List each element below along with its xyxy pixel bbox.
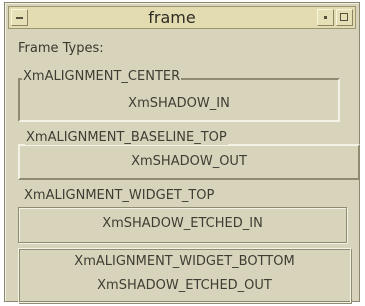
title-bar[interactable]: frame xyxy=(8,6,356,29)
frame-child-shadow-out: XmSHADOW_OUT xyxy=(131,154,247,169)
frame-title-alignment-widget-top: XmALIGNMENT_WIDGET_TOP xyxy=(23,188,216,203)
window-menu-button[interactable] xyxy=(11,9,28,26)
frame-child-shadow-etched-out: XmSHADOW_ETCHED_OUT xyxy=(97,278,272,293)
frame-child-shadow-in: XmSHADOW_IN xyxy=(128,96,230,111)
frame-child-shadow-etched-in: XmSHADOW_ETCHED_IN xyxy=(102,216,263,231)
minimize-button[interactable] xyxy=(317,9,334,26)
frame-title-alignment-baseline-top: XmALIGNMENT_BASELINE_TOP xyxy=(25,130,228,145)
frame-title-alignment-widget-bottom: XmALIGNMENT_WIDGET_BOTTOM xyxy=(74,254,295,269)
frame-window: frame Frame Types: XmALIGNMENT_CENTER Xm… xyxy=(4,2,360,303)
frame-title-alignment-center: XmALIGNMENT_CENTER xyxy=(22,69,182,84)
frame-types-label: Frame Types: xyxy=(18,41,104,56)
window-title: frame xyxy=(148,8,196,27)
maximize-button[interactable] xyxy=(336,9,353,26)
